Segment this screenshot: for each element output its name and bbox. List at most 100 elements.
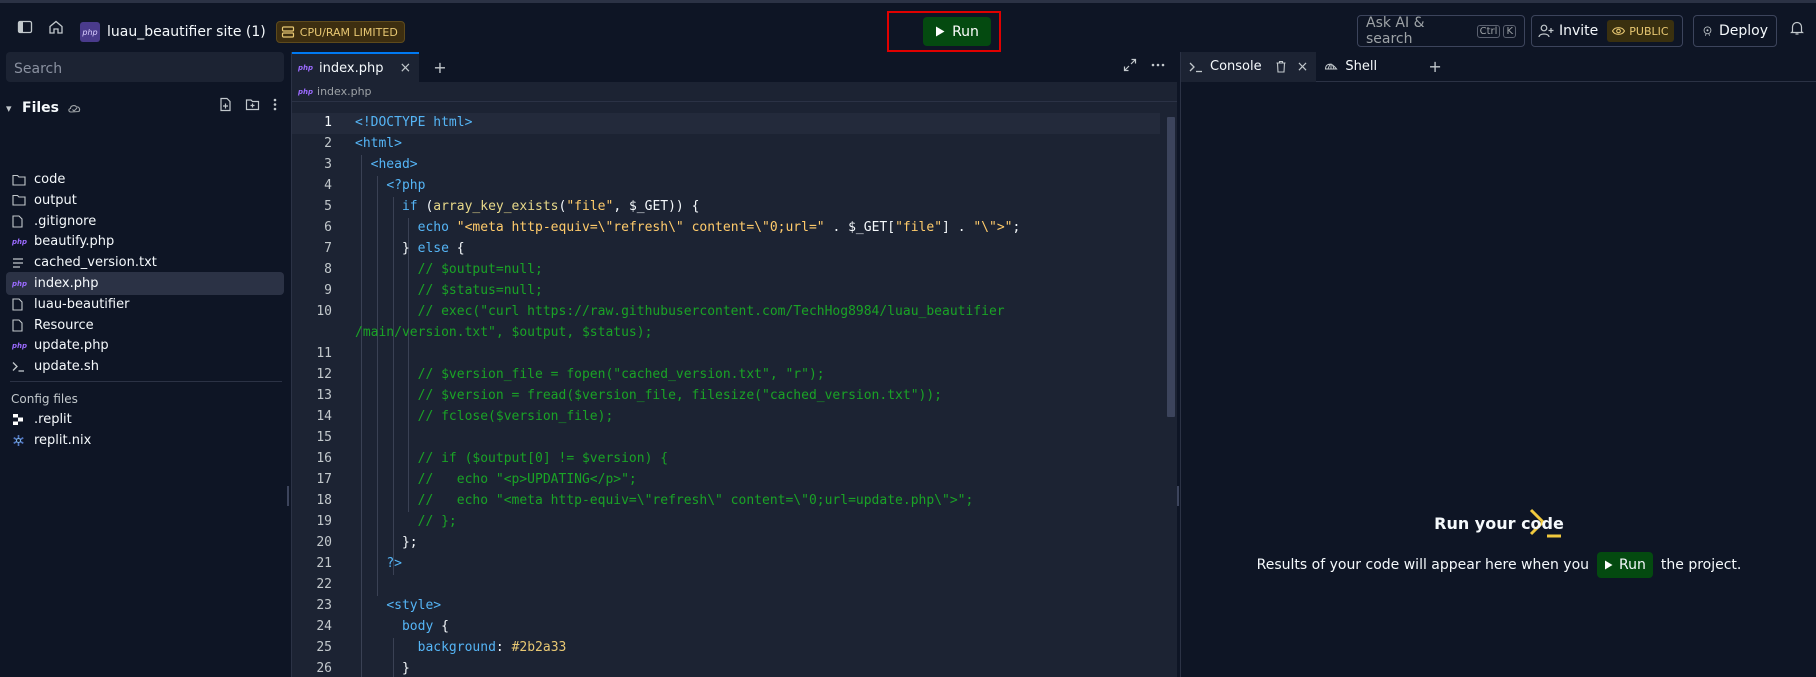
code-line: // $version = fread($version_file, files… [355,388,942,403]
maximize-icon[interactable] [1123,58,1137,72]
code-line: <style> [386,598,442,613]
file-icon [12,319,34,332]
public-label: PUBLIC [1629,24,1669,38]
new-folder-icon[interactable] [245,97,260,112]
new-file-icon[interactable] [218,97,233,112]
inline-run-button[interactable]: Run [1597,552,1653,578]
folder-icon [12,194,34,206]
code-line: <?php [386,178,426,193]
editor-resize-handle[interactable] [1177,486,1179,506]
file-item[interactable]: php index.php [6,272,284,295]
code-editor-pane: php index.php × + php index.php 12345678… [291,52,1177,677]
bell-icon[interactable] [1789,20,1805,40]
tab-console[interactable]: Console × [1181,51,1317,82]
php-icon: php [12,237,28,246]
code-line: // echo "<meta http-equiv=\"refresh\" co… [355,493,974,508]
line-number: 7 [324,241,332,256]
deploy-icon [1703,26,1712,36]
ask-ai-search-button[interactable]: Ask AI & search Ctrl K [1357,15,1525,47]
line-number: 12 [316,367,332,382]
breadcrumb: php index.php [292,82,1177,102]
php-icon: php [12,279,28,288]
file-item[interactable]: output [6,189,284,212]
line-number: 25 [316,640,332,655]
line-number: 6 [324,220,332,235]
file-name: update.php [34,338,109,354]
trash-icon[interactable] [1275,60,1287,73]
code-line: if (array_key_exists("file", $_GET)) { [401,199,700,214]
deploy-button[interactable]: Deploy [1693,15,1777,47]
breadcrumb-file[interactable]: index.php [317,85,372,98]
replit-icon [12,413,34,426]
close-tab-icon[interactable]: × [1297,59,1309,75]
config-file-name: replit.nix [34,433,92,448]
code-line: }; [355,535,418,550]
inline-run-label: Run [1619,557,1646,573]
search-input[interactable]: Search [6,52,284,82]
chevron-down-icon[interactable]: ▾ [6,102,22,115]
console-tab-bar: Console × Shell + [1181,51,1816,82]
empty-state-title: Run your code [1434,514,1564,533]
editor-scrollbar[interactable] [1165,107,1177,467]
eye-icon [1612,27,1626,35]
config-file-name: .replit [34,412,72,427]
file-item[interactable]: php beautify.php [6,230,284,253]
file-name: index.php [34,276,99,291]
file-item[interactable]: luau-beautifier [6,293,284,316]
sidebar-resize-handle[interactable] [287,486,289,506]
file-item[interactable]: Resource [6,314,284,337]
line-number: 23 [316,598,332,613]
line-number: 22 [316,577,332,592]
empty-state-message: Results of your code will appear here wh… [1181,552,1816,578]
file-item[interactable]: update.sh [6,355,284,378]
code-line: body { [401,619,449,634]
tab-shell[interactable]: Shell [1316,52,1414,82]
code-line: // $status=null; [355,283,543,298]
line-number: 19 [316,514,332,529]
deploy-label: Deploy [1718,23,1768,39]
text-file-icon [12,257,34,269]
scrollbar-thumb[interactable] [1167,117,1175,417]
sidebar-toggle-icon[interactable] [13,15,37,39]
line-number: 26 [316,661,332,676]
run-button[interactable]: Run [923,17,991,46]
files-header[interactable]: ▾ Files [6,97,284,119]
play-icon [1605,560,1613,570]
tab-label: index.php [319,60,384,76]
config-file-item[interactable]: replit.nix [6,429,284,452]
code-line: } [355,661,410,676]
home-icon[interactable] [44,15,68,39]
file-name: Resource [34,317,94,333]
server-icon [281,26,294,38]
invite-label: Invite [1559,23,1599,39]
file-name: update.sh [34,359,99,375]
file-item[interactable]: .gitignore [6,210,284,233]
line-number: 11 [316,346,332,361]
invite-button[interactable]: Invite PUBLIC [1531,15,1683,47]
code-line: <!DOCTYPE html> [355,115,473,130]
line-number: 1 [324,115,332,130]
repl-name[interactable]: luau_beautifier site (1) [107,24,266,40]
line-number: 18 [316,493,332,508]
line-number: 3 [324,157,332,172]
console-panel: Console × Shell + Run your code Results … [1180,51,1816,677]
new-tab-icon[interactable]: + [433,52,446,82]
line-number: 5 [324,199,332,214]
public-badge[interactable]: PUBLIC [1607,20,1674,42]
file-item[interactable]: cached_version.txt [6,251,284,274]
php-icon: php [298,64,314,72]
code-area[interactable]: 1 2 3 4 5 6 7 8 9 10 11 12 13 14 15 16 17 18 19 20 21 22 23 24 2… [292,113,1166,677]
more-options-icon[interactable] [1151,58,1165,72]
line-number: 16 [316,451,332,466]
cpu-ram-limited-badge[interactable]: CPU/RAM LIMITED [275,21,405,43]
config-file-item[interactable]: .replit [6,408,284,431]
close-tab-icon[interactable]: × [399,60,411,76]
repl-avatar[interactable]: php [80,22,100,42]
file-name: beautify.php [34,234,115,250]
line-number: 20 [316,535,332,550]
file-item[interactable]: php update.php [6,334,284,357]
tab-index-php[interactable]: php index.php × [292,52,420,82]
file-item[interactable]: code [6,168,284,191]
new-tab-icon[interactable]: + [1428,57,1441,76]
more-options-icon[interactable] [272,97,278,112]
